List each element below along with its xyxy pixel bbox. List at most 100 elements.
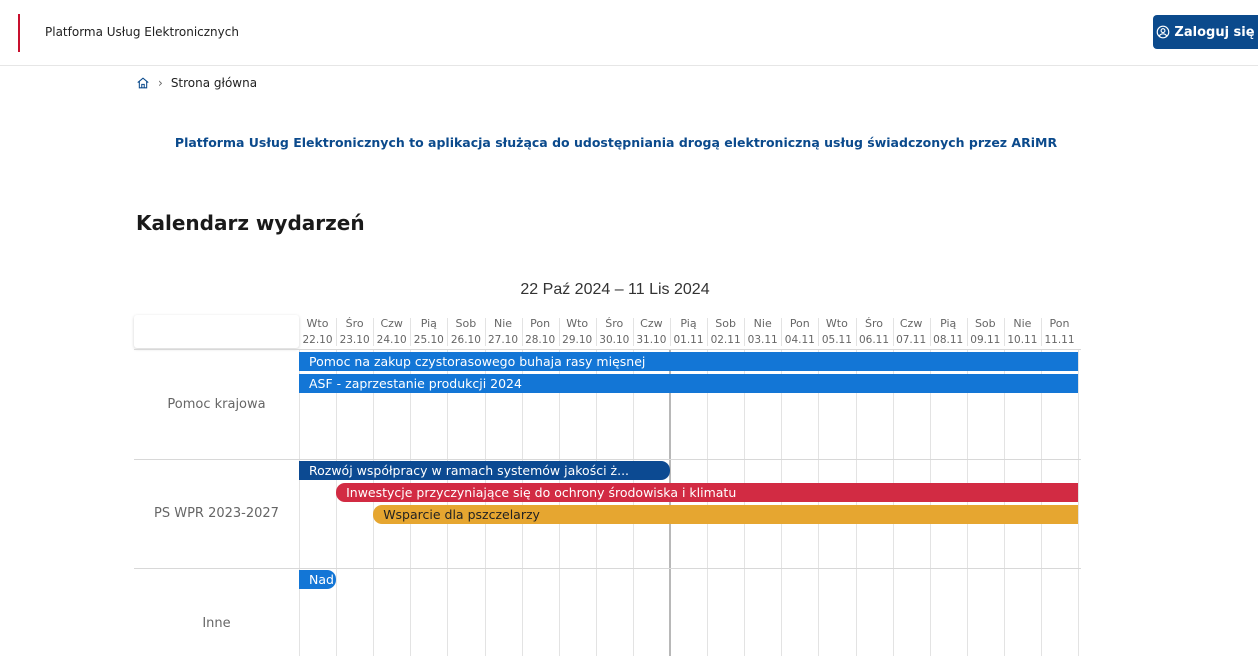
day-of-week: Śro bbox=[345, 317, 364, 330]
grid-column-line bbox=[966, 350, 968, 656]
day-of-week: Czw bbox=[380, 317, 403, 330]
day-header: Śro 06.11 bbox=[855, 315, 893, 349]
day-header-divider bbox=[1041, 318, 1042, 346]
calendar-event[interactable]: Nad bbox=[299, 570, 337, 589]
group-divider bbox=[134, 568, 1081, 569]
day-header: Pon 04.11 bbox=[781, 315, 818, 349]
resource-group-label: Inne bbox=[202, 616, 231, 631]
login-button[interactable]: Zaloguj się bbox=[1153, 15, 1258, 49]
day-date: 31.10 bbox=[636, 334, 667, 346]
breadcrumb-separator-icon: › bbox=[158, 76, 163, 90]
page-title: Kalendarz wydarzeń bbox=[136, 211, 365, 235]
grid-column-line bbox=[632, 350, 634, 656]
day-header-divider bbox=[966, 318, 968, 346]
grid-column-line bbox=[484, 350, 486, 656]
grid-column-line bbox=[595, 350, 597, 656]
day-header: Czw 07.11 bbox=[892, 315, 930, 349]
grid-column-line bbox=[558, 350, 560, 656]
calendar-event[interactable]: Rozwój współpracy w ramach systemów jako… bbox=[299, 461, 670, 480]
calendar-range-title: 22 Paź 2024 – 11 Lis 2024 bbox=[520, 281, 710, 298]
day-of-week: Pon bbox=[530, 317, 551, 330]
grid-column-line bbox=[373, 350, 375, 656]
day-of-week: Śro bbox=[865, 317, 883, 330]
day-header-divider bbox=[447, 318, 449, 346]
day-date: 11.11 bbox=[1044, 334, 1075, 346]
calendar-event[interactable]: Inwestycje przyczyniające się do ochrony… bbox=[336, 483, 1079, 502]
day-of-week: Sob bbox=[974, 317, 996, 330]
grid-column-line bbox=[892, 350, 894, 656]
day-of-week: Nie bbox=[753, 317, 772, 330]
day-header: Pią 01.11 bbox=[670, 315, 707, 349]
day-of-week: Wto bbox=[566, 317, 589, 330]
day-date: 05.11 bbox=[821, 334, 852, 346]
day-of-week: Śro bbox=[605, 317, 624, 330]
grid-column-line bbox=[744, 350, 746, 656]
day-header-divider bbox=[855, 318, 857, 346]
calendar-header-corner bbox=[134, 315, 299, 348]
top-header: Platforma Usług Elektronicznych Zaloguj … bbox=[0, 0, 1258, 66]
day-of-week: Czw bbox=[899, 317, 923, 330]
day-header-divider bbox=[1003, 318, 1005, 346]
day-header: Pon 11.11 bbox=[1041, 315, 1078, 349]
day-header-divider bbox=[781, 318, 783, 346]
grid-column-line bbox=[781, 350, 783, 656]
day-of-week: Nie bbox=[1013, 317, 1032, 330]
day-header: Pią 25.10 bbox=[410, 315, 447, 349]
calendar-grid: Pomoc krajowa Pomoc na zakup czystorasowe… bbox=[134, 349, 1081, 656]
intro-text: Platforma Usług Elektronicznych to aplik… bbox=[174, 135, 1058, 150]
day-date: 03.11 bbox=[747, 334, 778, 346]
calendar-event[interactable]: Pomoc na zakup czystorasowego buhaja ras… bbox=[299, 352, 1079, 371]
day-header: Sob 02.11 bbox=[707, 315, 744, 349]
resource-group-label: PS WPR 2023-2027 bbox=[154, 505, 279, 521]
day-of-week: Pią bbox=[680, 317, 697, 330]
day-of-week: Wto bbox=[825, 317, 848, 330]
day-date: 28.10 bbox=[525, 334, 556, 346]
day-header-divider bbox=[410, 318, 412, 346]
login-label: Zaloguj się bbox=[1174, 24, 1255, 40]
brand-title[interactable]: Platforma Usług Elektronicznych bbox=[45, 25, 239, 39]
day-of-week: Czw bbox=[640, 317, 663, 330]
day-header-divider bbox=[707, 318, 709, 346]
day-date: 23.10 bbox=[339, 334, 370, 346]
day-of-week: Sob bbox=[715, 317, 736, 330]
day-header: Śro 30.10 bbox=[595, 315, 633, 349]
day-of-week: Nie bbox=[493, 317, 513, 330]
day-header-divider bbox=[929, 318, 931, 346]
day-date: 06.11 bbox=[858, 334, 890, 346]
home-icon[interactable] bbox=[136, 76, 150, 90]
day-date: 27.10 bbox=[487, 334, 519, 346]
day-date: 10.11 bbox=[1007, 334, 1038, 346]
brand-accent-bar bbox=[18, 14, 20, 52]
day-date: 09.11 bbox=[970, 334, 1001, 346]
day-header: Śro 23.10 bbox=[336, 315, 373, 349]
day-date: 02.11 bbox=[710, 334, 741, 346]
day-date: 22.10 bbox=[302, 334, 333, 346]
day-date: 04.11 bbox=[784, 334, 815, 346]
day-header-divider bbox=[632, 318, 634, 346]
calendar-event[interactable]: ASF - zaprzestanie produkcji 2024 bbox=[299, 374, 1079, 393]
day-header: Wto 22.10 bbox=[299, 315, 336, 349]
day-header: Wto 05.11 bbox=[818, 315, 855, 349]
day-header: Pon 28.10 bbox=[521, 315, 559, 349]
day-date: 01.11 bbox=[673, 334, 704, 346]
day-header: Pią 08.11 bbox=[929, 315, 967, 349]
today-marker-line bbox=[669, 350, 671, 656]
day-header-divider bbox=[595, 318, 597, 346]
grid-column-line bbox=[410, 350, 412, 656]
day-header: Nie 10.11 bbox=[1003, 315, 1041, 349]
day-header-divider bbox=[373, 318, 375, 346]
day-date: 07.11 bbox=[896, 334, 927, 346]
day-of-week: Sob bbox=[455, 317, 477, 330]
grid-column-line bbox=[929, 350, 931, 656]
day-of-week: Pią bbox=[940, 317, 957, 330]
day-date: 29.10 bbox=[562, 334, 593, 346]
day-header: Nie 03.11 bbox=[744, 315, 781, 349]
grid-column-line bbox=[707, 350, 709, 656]
day-header-divider bbox=[744, 318, 746, 346]
grid-column-line bbox=[1003, 350, 1005, 656]
day-header: Nie 27.10 bbox=[484, 315, 522, 349]
day-header: Czw 31.10 bbox=[632, 315, 670, 349]
day-header-divider bbox=[484, 318, 486, 346]
breadcrumb-item-home[interactable]: Strona główna bbox=[171, 76, 257, 90]
calendar-event[interactable]: Wsparcie dla pszczelarzy bbox=[373, 505, 1079, 524]
